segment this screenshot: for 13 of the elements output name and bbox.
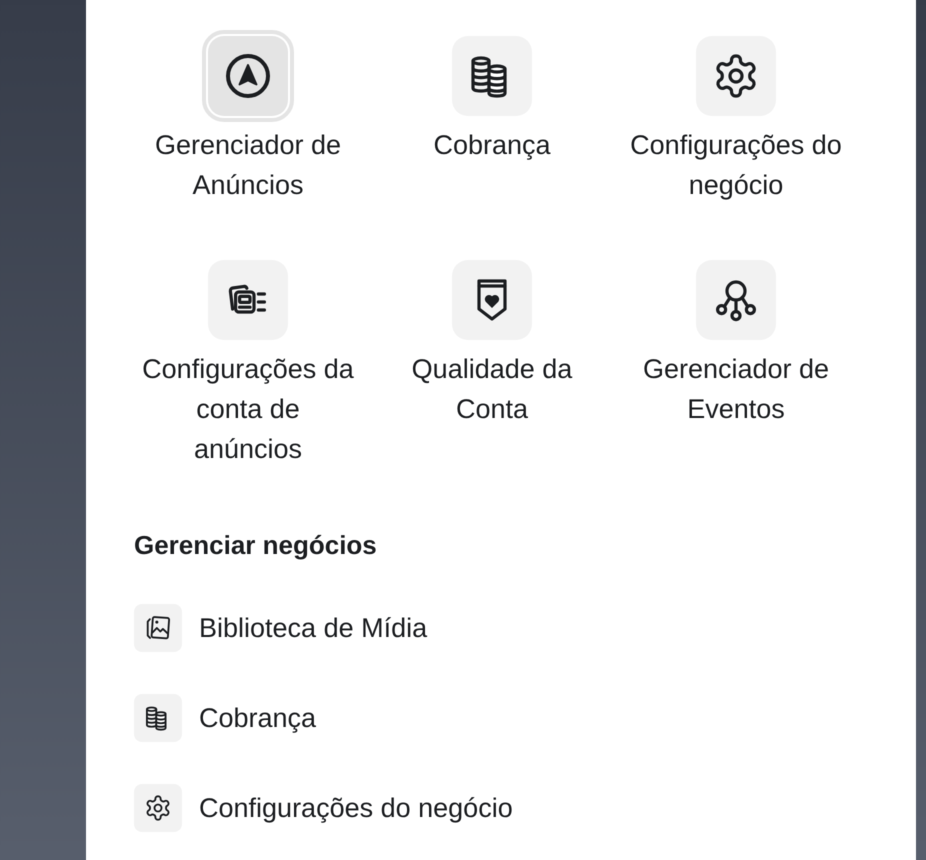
shortcut-button[interactable]: Gerenciador de Eventos bbox=[628, 254, 844, 429]
section-heading: Gerenciar negócios bbox=[134, 529, 377, 562]
menu-item[interactable]: Configurações do negócio bbox=[134, 784, 513, 832]
shortcut-button[interactable]: Gerenciador de Anúncios bbox=[140, 30, 356, 205]
shortcut-button[interactable]: Configurações do negócio bbox=[628, 30, 844, 205]
menu-item[interactable]: Biblioteca de Mídia bbox=[134, 604, 428, 652]
shortcut-button[interactable]: Qualidade da Conta bbox=[384, 254, 600, 429]
coins-icon bbox=[134, 694, 182, 742]
shortcut-button[interactable]: Configurações da conta de anúncios bbox=[140, 254, 356, 469]
menu-item[interactable]: Cobrança bbox=[134, 694, 316, 742]
settings-icon bbox=[134, 784, 182, 832]
shortcut-button[interactable]: Cobrança bbox=[384, 30, 600, 165]
image-gallery-icon bbox=[134, 604, 182, 652]
